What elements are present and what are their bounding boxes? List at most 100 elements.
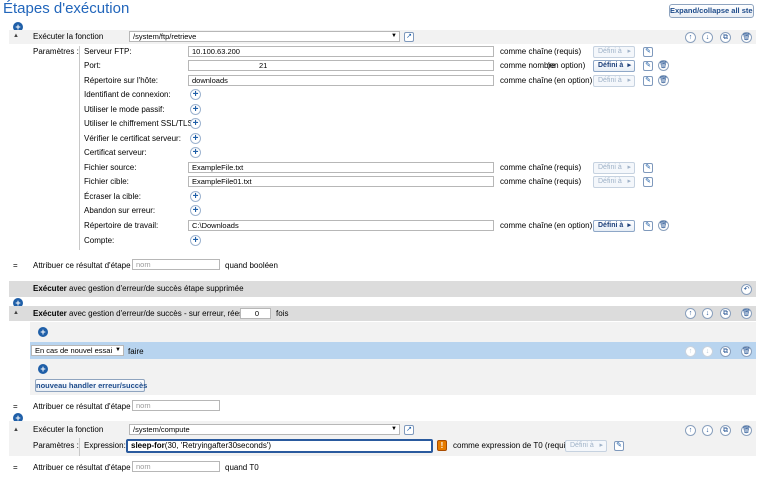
move-up-icon[interactable]: ↑: [685, 308, 696, 319]
collapse-triangle-icon[interactable]: ▲: [13, 427, 19, 433]
collapse-triangle-icon[interactable]: ▲: [13, 310, 19, 316]
defini-button[interactable]: Défini à ▸: [593, 75, 635, 87]
undo-icon[interactable]: ↶: [741, 284, 752, 295]
defini-label: Défini à: [598, 48, 622, 55]
defini-label: Défini à: [598, 178, 622, 185]
step1-assign-suffix: quand booléen: [225, 261, 278, 270]
copy-icon[interactable]: ⧉: [720, 308, 731, 319]
arrow-right-icon: ▸: [627, 178, 631, 185]
move-up-icon[interactable]: ↑: [685, 346, 696, 357]
param-label: Répertoire sur l'hôte:: [84, 76, 159, 85]
step1-function-select[interactable]: /system/ftp/retrieve ▼: [129, 31, 400, 42]
arrow-right-icon: ▸: [627, 77, 631, 84]
move-up-icon[interactable]: ↑: [685, 32, 696, 43]
param-requirement: (requis): [554, 47, 582, 56]
copy-icon[interactable]: ⧉: [720, 32, 731, 43]
retry-suffix: fois: [276, 309, 289, 318]
param-label: Abandon sur erreur:: [84, 206, 156, 215]
delete-param-icon[interactable]: 🗑: [658, 75, 669, 86]
param-type: comme chaîne: [500, 221, 553, 230]
add-param-value-icon[interactable]: +: [190, 133, 201, 144]
open-function-icon[interactable]: ↗: [404, 32, 414, 42]
move-down-icon[interactable]: ↓: [702, 425, 713, 436]
add-param-value-icon[interactable]: +: [190, 205, 201, 216]
add-param-value-icon[interactable]: +: [190, 89, 201, 100]
defini-button[interactable]: Défini à ▸: [565, 440, 607, 452]
add-param-value-icon[interactable]: +: [190, 191, 201, 202]
param-requirement: (en option): [554, 221, 593, 230]
param-value-input[interactable]: ExampleFile01.txt: [188, 176, 494, 187]
retry-count-input[interactable]: 0: [240, 308, 271, 319]
chevron-down-icon: ▼: [115, 347, 121, 353]
edit-icon[interactable]: ✎: [643, 47, 653, 57]
defini-button[interactable]: Défini à ▸: [593, 220, 635, 232]
edit-icon[interactable]: ✎: [643, 61, 653, 71]
step3-label: Exécuter avec gestion d'erreur/de succès…: [33, 309, 263, 318]
move-down-icon[interactable]: ↓: [702, 308, 713, 319]
param-label: Fichier cible:: [84, 177, 129, 186]
add-inner-step-icon[interactable]: +: [38, 327, 48, 337]
handler-do-label: faire: [128, 347, 144, 356]
delete-icon[interactable]: 🗑: [741, 346, 752, 357]
param-label: Fichier source:: [84, 163, 137, 172]
step1-assign-input[interactable]: nom: [132, 259, 220, 270]
step4-assign-input[interactable]: nom: [132, 461, 220, 472]
delete-icon[interactable]: 🗑: [741, 425, 752, 436]
delete-param-icon[interactable]: 🗑: [658, 60, 669, 71]
move-up-icon[interactable]: ↑: [685, 425, 696, 436]
delete-icon[interactable]: 🗑: [741, 308, 752, 319]
step3-assign-input[interactable]: nom: [132, 400, 220, 411]
delete-icon[interactable]: 🗑: [741, 32, 752, 43]
step4-function-select[interactable]: /system/compute ▼: [129, 424, 400, 435]
open-function-icon[interactable]: ↗: [404, 425, 414, 435]
add-handler-step-icon[interactable]: +: [38, 364, 48, 374]
warning-icon[interactable]: !: [437, 440, 447, 451]
chevron-down-icon: ▼: [391, 33, 397, 39]
param-label: Vérifier le certificat serveur:: [84, 134, 181, 143]
param-value-input[interactable]: C:\Downloads: [188, 220, 494, 231]
param-value-input[interactable]: downloads: [188, 75, 494, 86]
param-label: Compte:: [84, 236, 115, 245]
add-param-value-icon[interactable]: +: [190, 104, 201, 115]
param-label: Répertoire de travail:: [84, 221, 159, 230]
param-label: Utiliser le mode passif:: [84, 105, 165, 114]
copy-icon[interactable]: ⧉: [720, 425, 731, 436]
add-param-value-icon[interactable]: +: [190, 147, 201, 158]
expand-collapse-button[interactable]: Expand/collapse all steps: [669, 4, 754, 18]
add-param-value-icon[interactable]: +: [190, 235, 201, 246]
chevron-down-icon: ▼: [391, 426, 397, 432]
collapse-triangle-icon[interactable]: ▲: [13, 33, 19, 39]
defini-button[interactable]: Défini à ▸: [593, 162, 635, 174]
param-requirement: (requis): [554, 177, 582, 186]
new-handler-button[interactable]: nouveau handler erreur/succès: [35, 379, 147, 392]
step1-label: Exécuter la fonction: [33, 32, 104, 41]
param-label: Écraser la cible:: [84, 192, 141, 201]
move-down-icon[interactable]: ↓: [702, 32, 713, 43]
defini-button[interactable]: Défini à ▸: [593, 46, 635, 58]
param-value-input[interactable]: 10.100.63.200: [188, 46, 494, 57]
param-value-input[interactable]: ExampleFile.txt: [188, 162, 494, 173]
params-divider: [79, 438, 80, 456]
handler-select[interactable]: En cas de nouvel essai ▼: [31, 345, 124, 356]
edit-icon[interactable]: ✎: [643, 177, 653, 187]
equals-symbol: =: [13, 261, 18, 270]
params-divider: [79, 46, 80, 250]
expression-input[interactable]: sleep-for(30, 'Retryingafter30seconds'): [126, 439, 433, 453]
defini-button[interactable]: Défini à ▸: [593, 176, 635, 188]
edit-icon[interactable]: ✎: [643, 163, 653, 173]
move-down-icon[interactable]: ↓: [702, 346, 713, 357]
copy-icon[interactable]: ⧉: [720, 346, 731, 357]
delete-param-icon[interactable]: 🗑: [658, 220, 669, 231]
arrow-right-icon: ▸: [627, 62, 631, 69]
param-label: Certificat serveur:: [84, 148, 147, 157]
defini-label: Défini à: [598, 62, 624, 69]
param-requirement: (en option): [547, 61, 586, 70]
param-value-input[interactable]: 21: [188, 60, 494, 71]
param-label: Identifiant de connexion:: [84, 90, 171, 99]
edit-icon[interactable]: ✎: [614, 441, 624, 451]
param-type: comme chaîne: [500, 177, 553, 186]
defini-button[interactable]: Défini à ▸: [593, 60, 635, 72]
edit-icon[interactable]: ✎: [643, 221, 653, 231]
add-param-value-icon[interactable]: +: [190, 118, 201, 129]
edit-icon[interactable]: ✎: [643, 76, 653, 86]
